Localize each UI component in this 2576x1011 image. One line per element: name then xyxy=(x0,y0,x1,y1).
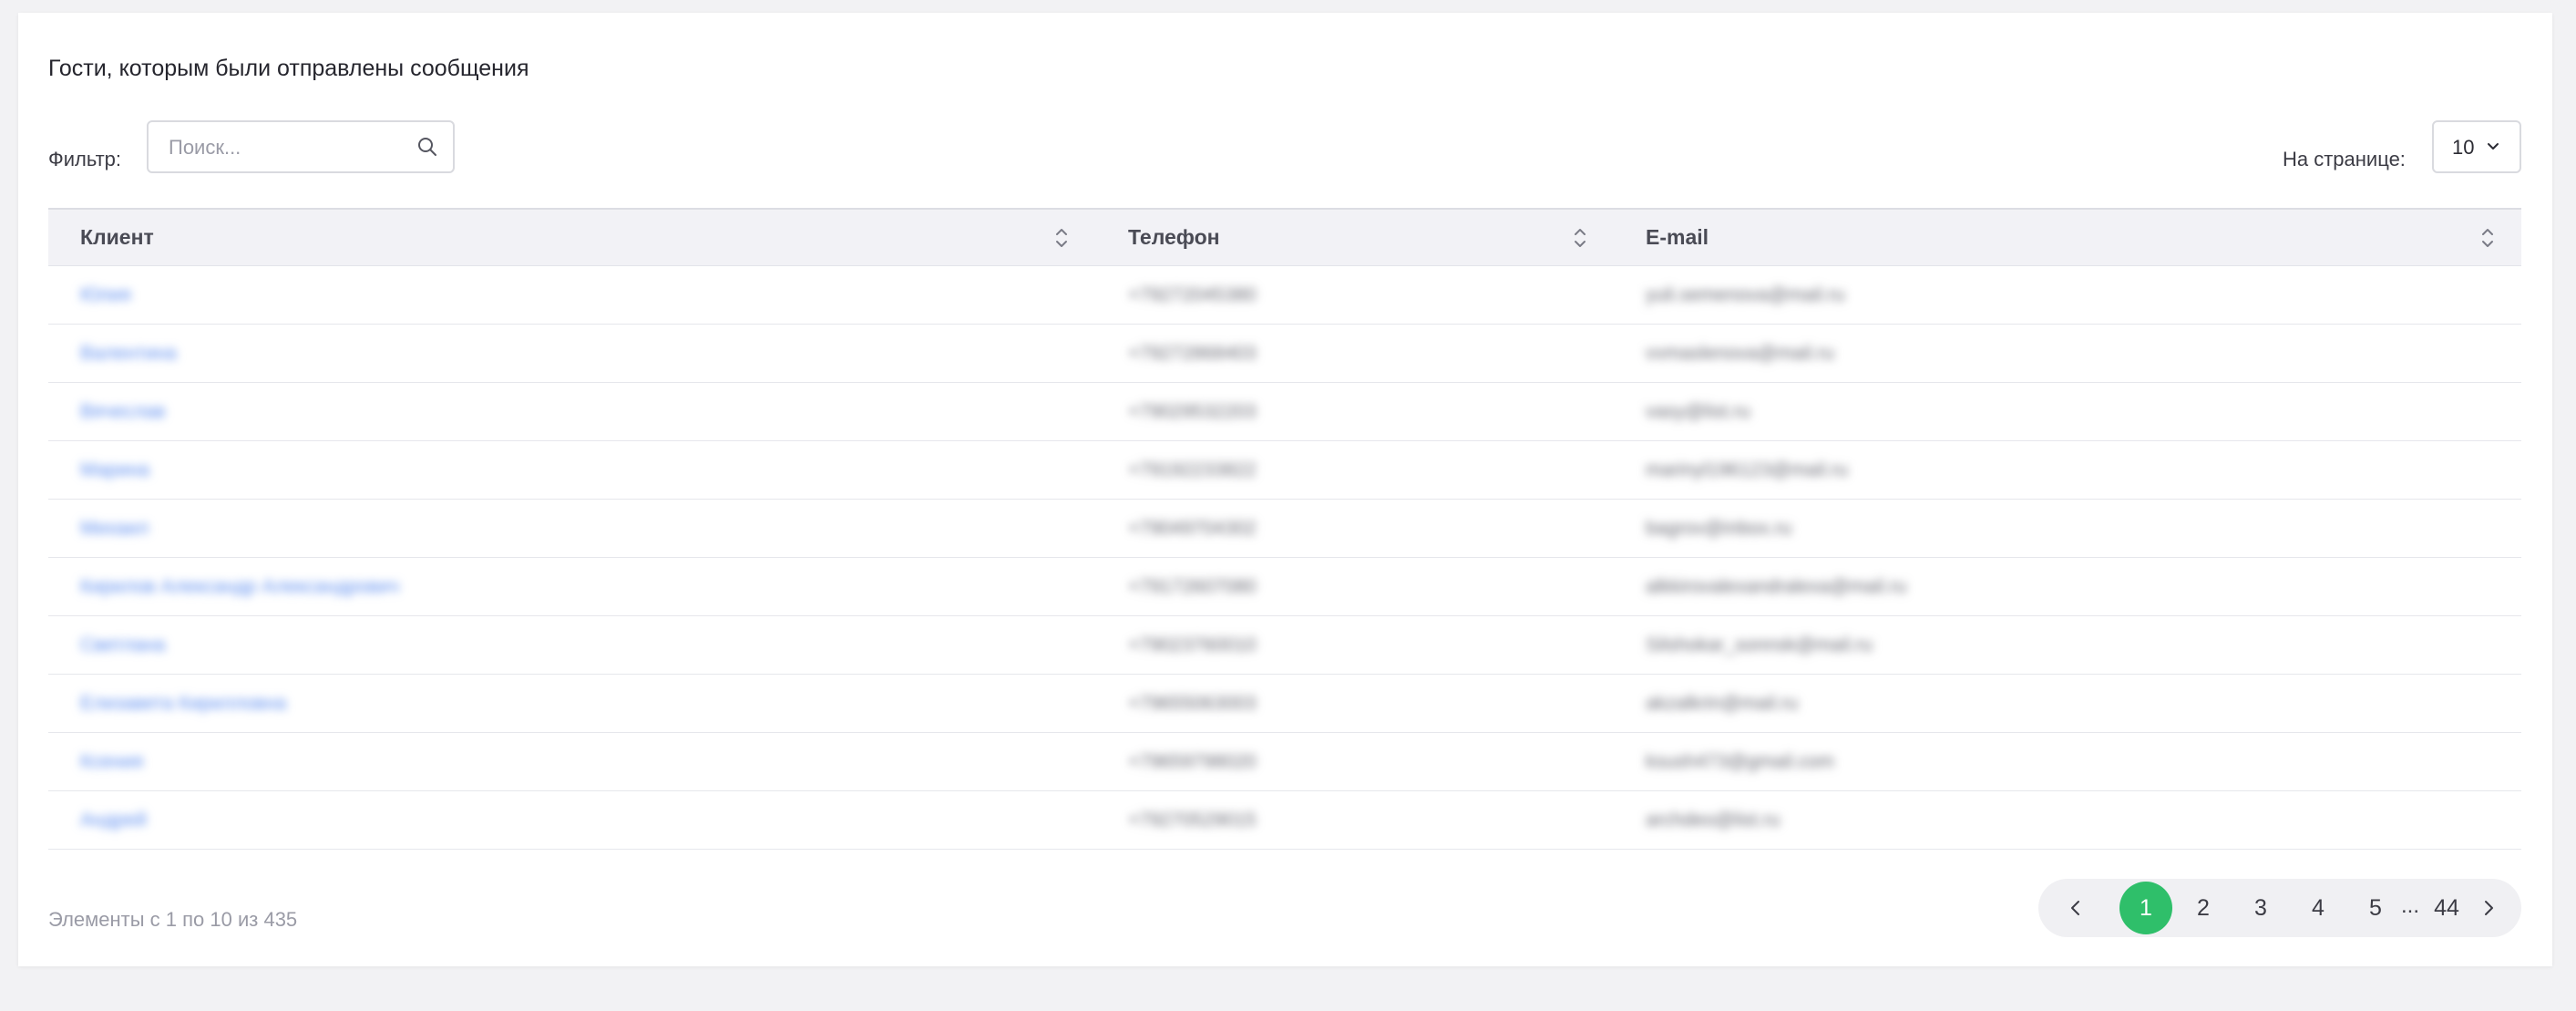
page-button-last[interactable]: 44 xyxy=(2420,882,2473,934)
phone-cell: +79172607080 xyxy=(1128,576,1257,597)
phone-cell: +79272868403 xyxy=(1128,343,1257,364)
table-row: Кирилов Александр Александрович +7917260… xyxy=(48,558,2521,616)
client-link[interactable]: Юлия xyxy=(80,284,131,306)
search-input[interactable] xyxy=(167,122,407,173)
table-row: Светлана +79023760010 Silshokar_sonnsk@m… xyxy=(48,616,2521,675)
client-link[interactable]: Марина xyxy=(80,459,149,481)
phone-cell: +79270529015 xyxy=(1128,810,1257,830)
table-row: Елизавета Кирилловна +79655063003 akzalk… xyxy=(48,675,2521,733)
phone-cell: +79192233822 xyxy=(1128,459,1257,480)
client-link[interactable]: Андрей xyxy=(80,810,147,831)
phone-cell: +79272045380 xyxy=(1128,284,1257,305)
per-page-value: 10 xyxy=(2452,136,2475,159)
filter-label: Фильтр: xyxy=(48,148,122,170)
phone-cell: +79049704302 xyxy=(1128,518,1257,539)
email-cell: vasy@list.ru xyxy=(1646,401,1750,422)
column-label: E-mail xyxy=(1646,225,1709,249)
page-title: Гости, которым были отправлены сообщения xyxy=(48,56,529,81)
phone-cell: +79659798020 xyxy=(1128,751,1257,772)
email-cell: bagrov@inbox.ru xyxy=(1646,518,1792,539)
chevron-left-icon[interactable] xyxy=(2065,897,2087,919)
email-cell: marinyl196123@mail.ru xyxy=(1646,459,1849,480)
client-link[interactable]: Светлана xyxy=(80,634,165,656)
table-row: Ксения +79659798020 ksush473@gmail.com xyxy=(48,733,2521,791)
search-icon[interactable] xyxy=(416,136,438,158)
column-header-client[interactable]: Клиент xyxy=(48,210,1096,266)
per-page-label: На странице: xyxy=(2283,148,2406,170)
email-cell: Silshokar_sonnsk@mail.ru xyxy=(1646,634,1873,655)
page-button-3[interactable]: 3 xyxy=(2234,882,2287,934)
table-row: Михаил +79049704302 bagrov@inbox.ru xyxy=(48,500,2521,558)
column-label: Клиент xyxy=(80,225,154,249)
phone-cell: +79655063003 xyxy=(1128,693,1257,714)
sort-icon[interactable] xyxy=(1054,225,1069,251)
email-cell: yuli.semenova@mail.ru xyxy=(1646,284,1845,305)
chevron-right-icon[interactable] xyxy=(2478,897,2499,919)
table-row: Юлия +79272045380 yuli.semenova@mail.ru xyxy=(48,266,2521,325)
table-row: Валентина +79272868403 vvmaslenova@mail.… xyxy=(48,325,2521,383)
client-link[interactable]: Вячеслав xyxy=(80,401,165,423)
page-button-1[interactable]: 1 xyxy=(2119,882,2172,934)
phone-cell: +79023760010 xyxy=(1128,634,1257,655)
table-header: Клиент Телефон E-mail xyxy=(48,208,2521,266)
sort-icon[interactable] xyxy=(2480,225,2495,251)
client-link[interactable]: Кирилов Александр Александрович xyxy=(80,576,399,598)
page-button-5[interactable]: 5 xyxy=(2349,882,2402,934)
column-header-email[interactable]: E-mail xyxy=(1614,210,2521,266)
page-button-2[interactable]: 2 xyxy=(2177,882,2230,934)
client-link[interactable]: Валентина xyxy=(80,343,177,365)
column-header-phone[interactable]: Телефон xyxy=(1096,210,1614,266)
pagination-summary: Элементы с 1 по 10 из 435 xyxy=(48,908,298,931)
per-page-select[interactable]: 10 xyxy=(2432,120,2521,173)
pagination: 1 2 3 4 5 ... 44 xyxy=(2038,879,2521,937)
client-link[interactable]: Михаил xyxy=(80,518,149,540)
client-link[interactable]: Ксения xyxy=(80,751,143,773)
email-cell: ksush473@gmail.com xyxy=(1646,751,1834,772)
email-cell: archdeo@list.ru xyxy=(1646,810,1781,830)
table-row: Андрей +79270529015 archdeo@list.ru xyxy=(48,791,2521,850)
table-row: Вячеслав +79029532203 vasy@list.ru xyxy=(48,383,2521,441)
column-label: Телефон xyxy=(1128,225,1220,249)
phone-cell: +79029532203 xyxy=(1128,401,1257,422)
email-cell: vvmaslenova@mail.ru xyxy=(1646,343,1834,364)
table-row: Марина +79192233822 marinyl196123@mail.r… xyxy=(48,441,2521,500)
guests-card: Гости, которым были отправлены сообщения… xyxy=(18,13,2552,966)
sort-icon[interactable] xyxy=(1573,225,1587,251)
email-cell: alkkirovalexandralexa@mail.ru xyxy=(1646,576,1907,597)
chevron-down-icon xyxy=(2488,143,2499,150)
guests-table: Клиент Телефон E-mail Юлия +79272045380 … xyxy=(48,208,2521,850)
pagination-ellipsis: ... xyxy=(2401,893,2420,918)
page-button-4[interactable]: 4 xyxy=(2292,882,2345,934)
email-cell: akzalkrin@mail.ru xyxy=(1646,693,1799,714)
search-box[interactable] xyxy=(147,120,455,173)
client-link[interactable]: Елизавета Кирилловна xyxy=(80,693,286,715)
